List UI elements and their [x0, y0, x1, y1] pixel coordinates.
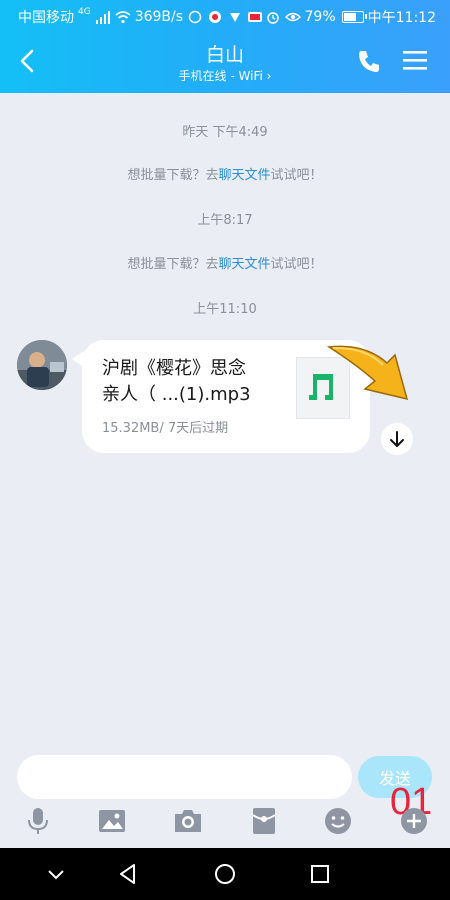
- online-status-label: 手机在线 - WiFi: [178, 69, 263, 83]
- file-name: 沪剧《樱花》思念 亲人（ ...(1).mp3: [102, 356, 277, 408]
- menu-button[interactable]: [402, 48, 428, 72]
- status-bar: 中国移动 4G 369B/s 79% 中午11:12: [0, 0, 450, 32]
- file-name-line: 亲人（ ...(1).mp3: [102, 384, 251, 405]
- message-input[interactable]: [17, 755, 352, 799]
- timestamp: 上午8:17: [197, 213, 253, 228]
- file-name-line: 沪剧《樱花》思念: [102, 358, 246, 379]
- phone-call-button[interactable]: [356, 48, 382, 74]
- chevron-down-icon[interactable]: [44, 862, 68, 886]
- image-icon[interactable]: [96, 805, 128, 837]
- navigation-bar: [0, 848, 450, 900]
- home-circle-icon[interactable]: [213, 862, 237, 886]
- system-message-text: 试试吧！: [270, 257, 323, 272]
- red-packet-icon[interactable]: [248, 805, 280, 837]
- carrier-label: 中国移动: [18, 10, 74, 26]
- app-notification-icon: [230, 13, 241, 22]
- clock-label: 中午11:12: [367, 10, 436, 26]
- chevron-right-icon: ›: [266, 69, 272, 83]
- recent-apps-icon[interactable]: [308, 862, 332, 886]
- battery-icon: [341, 11, 367, 23]
- chat-files-link[interactable]: 聊天文件: [218, 168, 270, 183]
- chat-area[interactable]: 昨天 下午4:49 想批量下载？去聊天文件试试吧！ 上午8:17 想批量下载？去…: [0, 93, 450, 753]
- system-message: 想批量下载？去聊天文件试试吧！: [0, 253, 450, 272]
- eye-icon: [284, 12, 301, 22]
- microphone-icon[interactable]: [22, 805, 54, 837]
- timestamp: 上午11:10: [193, 302, 257, 317]
- network-type-label: 4G: [78, 7, 91, 17]
- system-message-text: 想批量下载？去: [127, 168, 219, 183]
- download-button[interactable]: [381, 423, 413, 455]
- battery-percent-label: 79%: [304, 9, 336, 25]
- app-notification-icon: [209, 11, 222, 23]
- system-message-text: 想批量下载？去: [127, 257, 219, 272]
- app-notification-icon: [248, 12, 263, 22]
- alarm-icon: [266, 12, 279, 24]
- online-status[interactable]: 手机在线 - WiFi ›: [0, 67, 450, 84]
- download-arrow-icon: [390, 431, 404, 447]
- header: 中国移动 4G 369B/s 79% 中午11:12 白山 手机在线 - WiF…: [0, 0, 450, 93]
- avatar-image: [17, 340, 67, 390]
- system-message-text: 试试吧！: [270, 168, 323, 183]
- emoji-icon[interactable]: [322, 805, 354, 837]
- back-triangle-icon[interactable]: [116, 862, 140, 886]
- sync-icon: [188, 10, 202, 24]
- avatar[interactable]: [17, 340, 67, 390]
- pointer-arrow-icon: [326, 345, 409, 401]
- input-bar: 发送 01: [0, 753, 450, 848]
- file-meta: 15.32MB/ 7天后过期: [102, 421, 229, 436]
- timestamp: 昨天 下午4:49: [182, 125, 268, 140]
- plus-icon[interactable]: [398, 805, 430, 837]
- chat-files-link[interactable]: 聊天文件: [218, 257, 270, 272]
- signal-icon: [95, 11, 110, 24]
- wifi-icon: [115, 11, 131, 24]
- page-title[interactable]: 白山: [0, 40, 450, 67]
- title-bar: 白山 手机在线 - WiFi ›: [0, 32, 450, 93]
- system-message: 想批量下载？去聊天文件试试吧！: [0, 164, 450, 183]
- network-speed-label: 369B/s: [134, 9, 184, 25]
- camera-icon[interactable]: [172, 805, 204, 837]
